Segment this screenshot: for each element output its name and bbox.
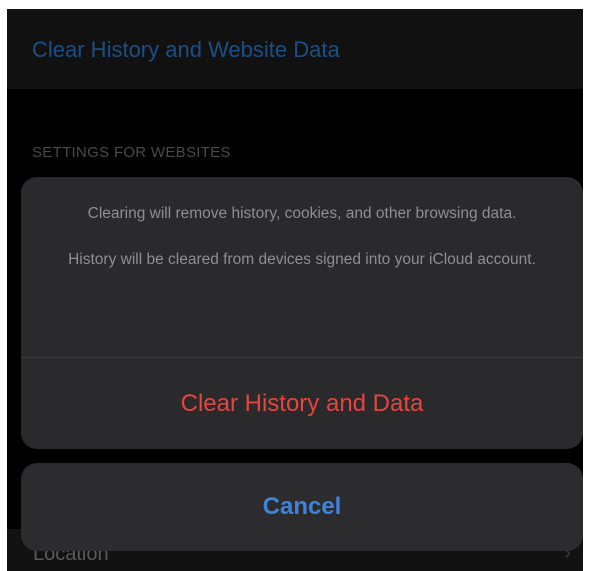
clear-history-and-data-button[interactable]: Clear History and Data [21,358,583,449]
settings-for-websites-header: SETTINGS FOR WEBSITES [32,144,231,161]
message-line-2: History will be cleared from devices sig… [68,251,536,268]
action-sheet: Clearing will remove history, cookies, a… [21,177,583,449]
cancel-button[interactable]: Cancel [21,463,583,551]
ios-screen: Clear History and Website Data SETTINGS … [7,9,583,571]
clear-history-website-data-link: Clear History and Website Data [32,37,340,62]
message-line-1: Clearing will remove history, cookies, a… [87,205,517,222]
action-sheet-message: Clearing will remove history, cookies, a… [21,201,583,273]
